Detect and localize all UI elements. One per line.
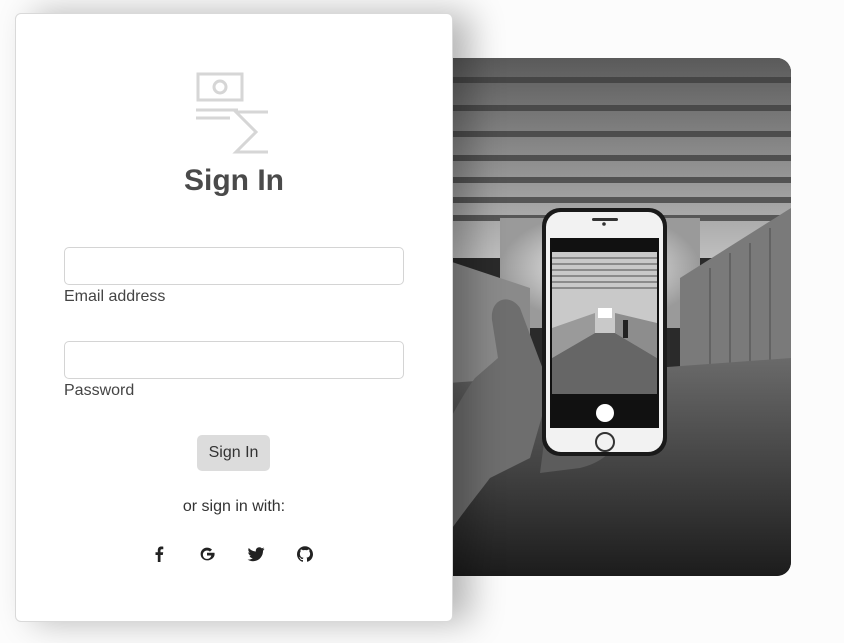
email-label: Email address [64, 288, 166, 305]
sign-in-card: Sign In Email address Password Sign In o… [15, 13, 453, 622]
sign-in-button[interactable]: Sign In [197, 435, 270, 471]
github-icon[interactable] [295, 544, 315, 564]
twitter-icon[interactable] [246, 544, 266, 564]
password-input[interactable] [64, 341, 404, 379]
page-title: Sign In [184, 164, 284, 197]
alt-signin-text: or sign in with: [182, 498, 286, 515]
email-input[interactable] [64, 247, 404, 285]
sigma-document-icon [196, 72, 268, 154]
facebook-icon[interactable] [149, 544, 169, 564]
password-label: Password [64, 382, 135, 399]
google-icon[interactable] [197, 544, 217, 564]
